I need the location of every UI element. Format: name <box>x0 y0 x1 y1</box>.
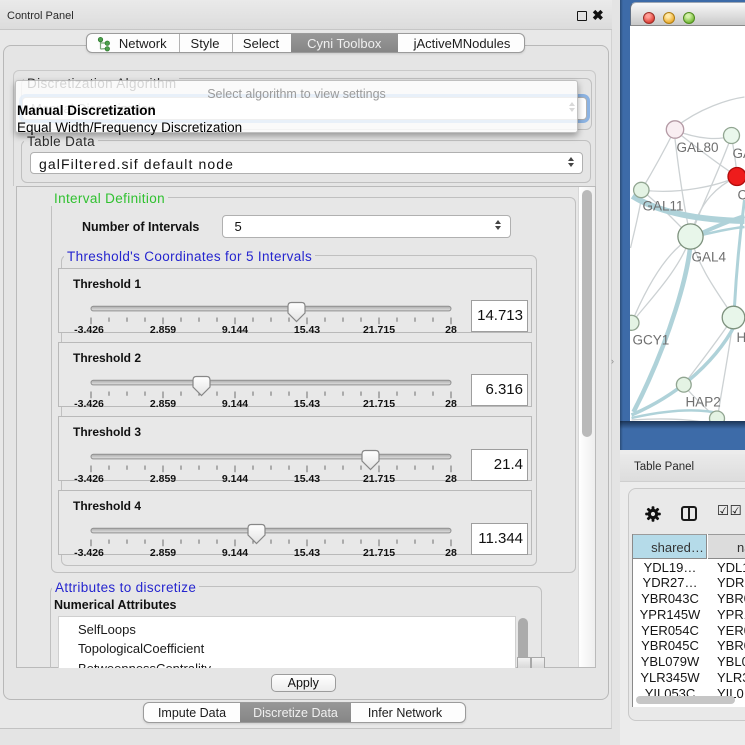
svg-text:GAL1: GAL1 <box>733 146 745 161</box>
svg-text:GAL11: GAL11 <box>643 199 684 214</box>
svg-text:GAL4: GAL4 <box>692 250 727 265</box>
svg-text:C: C <box>738 188 745 203</box>
svg-text:H: H <box>737 330 745 345</box>
svg-text:HAP2: HAP2 <box>686 395 721 410</box>
svg-text:GCY1: GCY1 <box>633 333 670 348</box>
svg-text:GAL80: GAL80 <box>677 140 719 155</box>
